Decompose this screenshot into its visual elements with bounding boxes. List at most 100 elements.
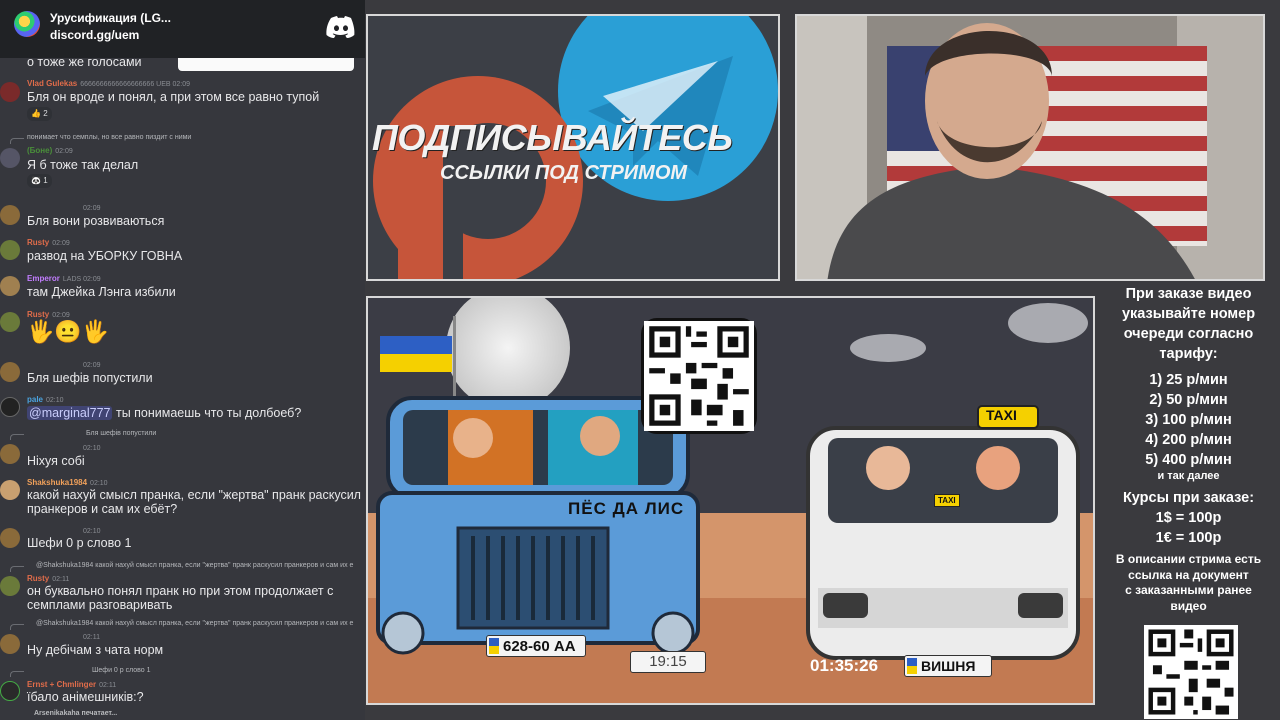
- message-text: Бля он вроде и понял, а при этом все рав…: [27, 90, 320, 104]
- username-text: Shakshuka1984: [27, 478, 88, 487]
- reply-preview[interactable]: Шефи 0 р слово 1: [92, 667, 151, 674]
- avatar[interactable]: [0, 634, 20, 654]
- cloud: [850, 334, 926, 362]
- license-plate-left: 628-60 АА: [486, 635, 586, 657]
- reply-preview[interactable]: @Shakshuka1984 какой нахуй смысл пранка,…: [36, 562, 353, 569]
- video-player[interactable]: ПЁС ДА ЛИС 628-60 АА 19:15 01:35:26 ВИШН…: [366, 296, 1095, 705]
- taxi-van: [806, 405, 1080, 660]
- avatar[interactable]: [0, 82, 20, 102]
- video-timer-right: 01:35:26: [810, 656, 879, 675]
- qr-code[interactable]: [641, 318, 757, 434]
- username[interactable]: 02:09: [27, 360, 101, 369]
- avatar[interactable]: [0, 312, 20, 332]
- message-body: ты понимаешь что ты долбоеб?: [115, 406, 302, 420]
- blue-truck: [376, 396, 700, 655]
- webcam-image: [797, 16, 1263, 279]
- message-meta: 02:09: [83, 362, 101, 369]
- ua-flag-icon: [907, 658, 917, 674]
- message-meta: 02:10: [83, 528, 101, 535]
- username[interactable]: 02:10: [27, 526, 101, 535]
- tariff-item: 2) 50 р/мин: [1149, 392, 1228, 408]
- tariff-item: 1) 25 р/мин: [1149, 372, 1228, 388]
- reply-connector: [10, 566, 24, 572]
- promo-subscribe-text: ПОДПИСЫВАЙТЕСЬ: [372, 117, 733, 158]
- discord-logo-icon: [326, 16, 355, 38]
- cloud: [1008, 303, 1088, 343]
- description-line: ссылка на документ: [1128, 567, 1249, 582]
- typing-indicator: Arsenikakaha печатает...: [34, 710, 118, 717]
- username[interactable]: Rusty 02:09: [27, 310, 70, 319]
- server-icon: [14, 11, 40, 37]
- avatar[interactable]: [0, 444, 20, 464]
- avatar[interactable]: [0, 397, 20, 417]
- avatar[interactable]: [0, 576, 20, 596]
- tariff-item: 3) 100 р/мин: [1145, 412, 1232, 428]
- message-meta: 02:10: [83, 445, 101, 452]
- reply-preview[interactable]: Бля шефів попустили: [86, 430, 156, 437]
- tariff-etc: и так далее: [1157, 470, 1220, 482]
- username[interactable]: 02:11: [27, 632, 100, 641]
- discord-server-header[interactable]: Урусификация (LG... discord.gg/uem: [0, 0, 365, 58]
- qr-pattern: [644, 321, 754, 431]
- tariff-list: 1) 25 р/мин 2) 50 р/мин 3) 100 р/мин 4) …: [1097, 370, 1280, 470]
- username[interactable]: pale 02:10: [27, 395, 64, 404]
- message-meta: 02:09: [52, 312, 70, 319]
- avatar[interactable]: [0, 205, 20, 225]
- avatar[interactable]: [0, 480, 20, 500]
- message-meta: 02:10: [90, 480, 108, 487]
- info-heading-line: тарифу:: [1159, 346, 1218, 362]
- currency-rates: Курсы при заказе: 1$ = 100р 1€ = 100р: [1097, 488, 1280, 548]
- reply-connector: [10, 624, 24, 630]
- tariff-item: 5) 400 р/мин: [1145, 452, 1232, 468]
- message-text: Бля шефів попустили: [27, 371, 153, 385]
- server-name: Урусификация (LG...: [50, 11, 171, 25]
- username[interactable]: Rusty 02:09: [27, 238, 70, 247]
- message-meta: 02:09: [83, 205, 101, 212]
- message-text: Шефи 0 р слово 1: [27, 536, 132, 550]
- description-line: с заказанными ранее: [1125, 583, 1252, 597]
- reaction[interactable]: 👍 2: [27, 107, 52, 121]
- reply-preview[interactable]: @Shakshuka1984 какой нахуй смысл пранка,…: [36, 620, 353, 627]
- username[interactable]: 02:09: [27, 203, 101, 212]
- currency-title: Курсы при заказе:: [1122, 490, 1255, 506]
- username[interactable]: (Боне) 02:09: [27, 146, 73, 155]
- avatar[interactable]: [0, 276, 20, 296]
- avatar[interactable]: [0, 528, 20, 548]
- taxi-badge: TAXI: [934, 494, 960, 507]
- username[interactable]: Emperor LADS 02:09: [27, 274, 101, 283]
- reply-connector: [10, 434, 24, 440]
- message-meta: 02:09: [52, 240, 70, 247]
- server-invite-link[interactable]: discord.gg/uem: [50, 28, 139, 42]
- username[interactable]: 02:10: [27, 443, 101, 452]
- ua-flag-icon: [489, 638, 499, 654]
- user-mention[interactable]: @marginal777: [27, 406, 113, 420]
- message-text: Ну дебічам з чата норм: [27, 643, 164, 657]
- avatar[interactable]: [0, 148, 20, 168]
- reply-connector: [10, 671, 24, 677]
- message-text: @marginal777 ты понимаешь что ты долбоеб…: [27, 406, 301, 420]
- description-note: В описании стрима есть ссылка на докумен…: [1097, 552, 1280, 614]
- reaction-count: 2: [43, 109, 48, 118]
- message-text: Я б тоже так делал: [27, 158, 139, 172]
- username[interactable]: Rusty 02:11: [27, 574, 69, 583]
- tariff-item: 4) 200 р/мин: [1145, 432, 1232, 448]
- message-meta: 02:10: [46, 397, 64, 404]
- reaction[interactable]: 🐼 1: [27, 174, 52, 188]
- avatar[interactable]: [0, 681, 20, 701]
- username[interactable]: Shakshuka1984 02:10: [27, 478, 108, 487]
- username[interactable]: Vlad Gulekas 6666666666666666666 UEB 02:0…: [27, 79, 190, 88]
- avatar[interactable]: [0, 240, 20, 260]
- order-info-panel: При заказе видео указывайте номер очеред…: [1097, 282, 1280, 720]
- message-text: Бля вони розвиваються: [27, 214, 165, 228]
- promo-links-text: ССЫЛКИ ПОД СТРИМОМ: [440, 162, 688, 184]
- message-meta: 02:11: [99, 682, 117, 689]
- message-meta: 02:09: [55, 148, 73, 155]
- username[interactable]: Ernst + Chmlinger 02:11: [27, 680, 116, 689]
- username-text: (Боне): [27, 146, 53, 155]
- username-text: Rusty: [27, 574, 50, 583]
- username-text: Ernst + Chmlinger: [27, 680, 97, 689]
- document-qr-code[interactable]: [1144, 625, 1238, 719]
- reply-preview[interactable]: понимает что семплы, но все равно пиздит…: [27, 134, 191, 141]
- info-heading: При заказе видео указывайте номер очеред…: [1097, 284, 1280, 364]
- avatar[interactable]: [0, 362, 20, 382]
